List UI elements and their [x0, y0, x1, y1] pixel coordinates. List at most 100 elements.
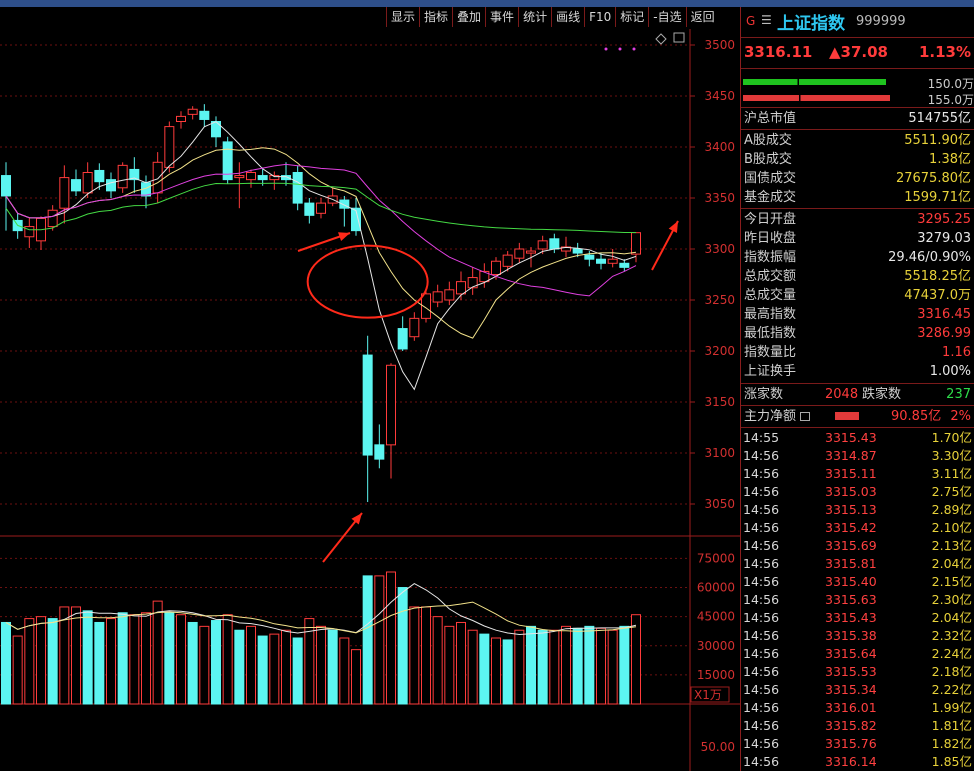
tick-price: 3315.63 [825, 592, 877, 607]
tick-row[interactable]: 14:56 3315.40 2.15亿 [741, 573, 974, 591]
volume-bar [36, 616, 46, 705]
tick-row[interactable]: 14:56 3315.34 2.22亿 [741, 681, 974, 699]
tick-row[interactable]: 14:56 3315.03 2.75亿 [741, 483, 974, 501]
candle-body [456, 281, 466, 295]
volume-bar [421, 606, 431, 705]
volume-bar [246, 625, 256, 705]
candle-body [47, 209, 58, 228]
tick-row[interactable]: 14:56 3315.53 2.18亿 [741, 663, 974, 681]
volume-bar [491, 637, 501, 705]
stat-label: 最低指数 [744, 326, 797, 341]
candle-body [246, 172, 256, 181]
stat-value: 1.16 [942, 345, 971, 360]
tick-volume: 2.04亿 [931, 610, 972, 625]
tick-row[interactable]: 14:56 3316.14 1.85亿 [741, 753, 974, 771]
volume-bar [526, 625, 536, 705]
tick-row[interactable]: 14:55 3315.43 1.70亿 [741, 429, 974, 447]
price-change-pct: 1.13% [918, 43, 971, 61]
volume-bar [12, 635, 23, 705]
volume-bar [631, 614, 641, 705]
candle-body [152, 161, 163, 194]
stat-label: B股成交 [744, 152, 792, 167]
stat-value: 1.00% [929, 364, 971, 379]
stat-label: 指数量比 [744, 345, 797, 360]
price-tick-label: 3050 [704, 497, 735, 511]
volume-bar [327, 629, 338, 705]
volume-bar [514, 629, 525, 705]
tick-row[interactable]: 14:56 3315.69 2.13亿 [741, 537, 974, 555]
toolbar-2[interactable]: 叠加 [452, 7, 485, 27]
tick-price: 3315.81 [825, 556, 877, 571]
price-tick-label: 3400 [704, 140, 735, 154]
stat-row: 总成交量 47437.0万 [741, 286, 974, 305]
tick-price: 3315.76 [825, 736, 877, 751]
tick-row[interactable]: 14:56 3315.82 1.81亿 [741, 717, 974, 735]
toolbar-1[interactable]: 指标 [419, 7, 452, 27]
stat-label: 总成交额 [744, 269, 797, 284]
candle-body [631, 232, 641, 255]
volume-bar [444, 625, 455, 705]
list-icon[interactable] [800, 412, 810, 421]
volume-tick-label: 30000 [697, 639, 735, 653]
menu-icon[interactable]: ☰ [761, 13, 772, 27]
stat-value: 3286.99 [917, 326, 971, 341]
dot-marker [618, 47, 622, 51]
toolbar-3[interactable]: 事件 [485, 7, 518, 27]
divider [741, 383, 974, 384]
price-tick-label: 3100 [704, 446, 735, 460]
tick-volume: 2.30亿 [931, 592, 972, 607]
tick-time: 14:56 [743, 556, 780, 571]
tick-volume: 2.32亿 [931, 628, 972, 643]
tick-row[interactable]: 14:56 3315.42 2.10亿 [741, 519, 974, 537]
tick-time: 14:56 [743, 574, 780, 589]
toolbar-5[interactable]: 画线 [551, 7, 584, 27]
toolbar-0[interactable]: 显示 [386, 7, 419, 27]
stat-value: 27675.80亿 [895, 171, 971, 186]
volume-bar [257, 635, 268, 705]
tick-row[interactable]: 14:56 3315.43 2.04亿 [741, 609, 974, 627]
candlestick-chart[interactable]: 3500 3450 3400 3350 3300 3250 3200 3150 3100 3050… [0, 29, 740, 771]
g-icon[interactable]: G [746, 14, 755, 28]
candle-body [514, 248, 525, 259]
volume-bar [199, 625, 210, 705]
volume-bar [292, 637, 303, 705]
candle-body [316, 202, 326, 214]
toolbar-9[interactable]: 返回 [685, 7, 719, 27]
toolbar-6[interactable]: F10 [584, 7, 615, 27]
volume-bar [141, 612, 151, 705]
tick-row[interactable]: 14:56 3314.87 3.30亿 [741, 447, 974, 465]
ma5-line [5, 121, 637, 391]
tick-volume: 2.13亿 [931, 538, 972, 553]
tick-row[interactable]: 14:56 3315.81 2.04亿 [741, 555, 974, 573]
stat-row: B股成交 1.38亿 [741, 150, 974, 169]
tick-row[interactable]: 14:56 3315.11 3.11亿 [741, 465, 974, 483]
toolbar-7[interactable]: 标记 [615, 7, 648, 27]
tick-volume: 3.11亿 [931, 466, 972, 481]
tick-volume: 1.85亿 [931, 754, 972, 769]
volume-bar [339, 637, 350, 705]
tick-row[interactable]: 14:56 3315.13 2.89亿 [741, 501, 974, 519]
tick-volume: 2.89亿 [931, 502, 972, 517]
toolbar-8[interactable]: -自选 [648, 7, 685, 27]
stat-row: 最低指数 3286.99 [741, 324, 974, 343]
candle-body [106, 179, 116, 192]
volume-bar [59, 606, 70, 705]
mainflow-label: 主力净额 [744, 409, 797, 424]
mainflow-value: 90.85亿 [891, 409, 942, 424]
tick-time: 14:56 [743, 610, 780, 625]
volume-bar [386, 571, 396, 705]
candle-body [211, 121, 221, 138]
tick-row[interactable]: 14:56 3315.63 2.30亿 [741, 591, 974, 609]
tick-row[interactable]: 14:56 3315.38 2.32亿 [741, 627, 974, 645]
price-tick-label: 3500 [704, 38, 735, 52]
volume-bar [176, 614, 186, 705]
volume-bar [596, 627, 606, 705]
tick-price: 3315.13 [825, 502, 877, 517]
quote-panel: G ☰ 上证指数 999999 3316.11 ▲37.08 1.13% 150… [740, 7, 974, 771]
tick-row[interactable]: 14:56 3315.76 1.82亿 [741, 735, 974, 753]
tick-time: 14:56 [743, 466, 780, 481]
tick-row[interactable]: 14:56 3316.01 1.99亿 [741, 699, 974, 717]
tick-row[interactable]: 14:56 3315.64 2.24亿 [741, 645, 974, 663]
toolbar-4[interactable]: 统计 [518, 7, 551, 27]
volume-tick-label: 45000 [697, 610, 735, 624]
